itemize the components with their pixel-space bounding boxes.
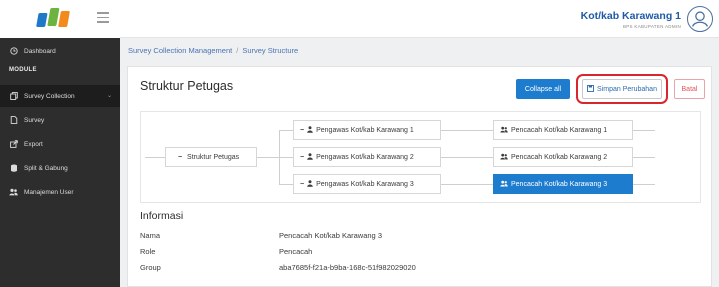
sidebar-item-label: Split & Gabung [24,164,68,172]
tree-node-label: Pencacah Kot/kab Karawang 3 [511,180,608,188]
collapse-all-button[interactable]: Collapse all [516,79,570,99]
tree-node-pencacah-2[interactable]: Pencacah Kot/kab Karawang 2 [493,147,633,167]
file-icon [9,116,18,125]
info-value-role: Pencacah [279,247,313,256]
collapse-minus-icon[interactable]: − [178,154,182,161]
bps-logo-icon[interactable] [36,5,76,33]
tree-node-root[interactable]: − Struktur Petugas [165,147,257,167]
save-button-label: Simpan Perubahan [597,85,657,93]
info-label-role: Role [140,247,156,256]
tree-connector [633,184,655,185]
tree-node-label: Struktur Petugas [187,153,240,161]
structure-card: Struktur Petugas Collapse all Simpan Per… [127,66,712,287]
tree-connector [145,157,165,158]
sidebar-item-split-gabung[interactable]: Split & Gabung [0,157,120,179]
main-content: Survey Collection Management / Survey Stru… [120,38,719,287]
tree-connector [257,157,279,158]
tree-node-pengawas-1[interactable]: − Pengawas Kot/kab Karawang 1 [293,120,441,140]
user-name[interactable]: Kot/kab Karawang 1 [581,10,681,22]
tree-node-label: Pengawas Kot/kab Karawang 1 [316,126,414,134]
avatar-icon[interactable] [687,6,713,32]
sidebar-item-survey-collection[interactable]: Survey Collection ⌄ [0,85,120,107]
top-header: Kot/kab Karawang 1 BPS KABUPATEN ADMIN [0,0,719,38]
tree-connector [633,130,655,131]
tree-node-label: Pengawas Kot/kab Karawang 2 [316,153,414,161]
tree-node-pengawas-3[interactable]: − Pengawas Kot/kab Karawang 3 [293,174,441,194]
users-icon [9,188,18,197]
user-subtitle: BPS KABUPATEN ADMIN [622,24,681,29]
users-icon [500,126,508,135]
user-icon [307,152,313,162]
tree-node-pencacah-3-selected[interactable]: Pencacah Kot/kab Karawang 3 [493,174,633,194]
save-icon [587,84,594,94]
collapse-minus-icon[interactable]: − [300,181,304,188]
structure-tree: − Struktur Petugas − Pengawas Kot/kab Ka… [140,111,701,203]
sidebar-item-survey[interactable]: Survey [0,109,120,131]
breadcrumb-current[interactable]: Survey Structure [242,46,298,55]
users-icon [500,180,508,189]
logo-area [0,0,120,38]
page-title: Struktur Petugas [140,79,234,93]
info-label-group: Group [140,263,161,272]
save-changes-button[interactable]: Simpan Perubahan [582,79,662,99]
cancel-button[interactable]: Batal [674,79,705,99]
sidebar-item-dashboard[interactable]: Dashboard [0,40,120,62]
clock-icon [9,47,18,56]
tree-node-label: Pengawas Kot/kab Karawang 3 [316,180,414,188]
sidebar: Dashboard MODULE Survey Collection ⌄ Sur… [0,38,120,287]
chevron-down-icon: ⌄ [106,93,112,99]
sidebar-item-manajemen-user[interactable]: Manajemen User [0,181,120,203]
user-icon [307,125,313,135]
collapse-minus-icon[interactable]: − [300,154,304,161]
breadcrumb-root[interactable]: Survey Collection Management [128,46,232,55]
sidebar-item-label: Manajemen User [24,188,74,196]
tree-node-label: Pencacah Kot/kab Karawang 1 [511,126,608,134]
tree-connector [279,157,293,158]
tree-connector [279,130,293,131]
tree-node-pencacah-1[interactable]: Pencacah Kot/kab Karawang 1 [493,120,633,140]
breadcrumb-separator: / [236,46,239,55]
module-heading: MODULE [9,67,37,73]
sidebar-item-label: Export [24,140,43,148]
copy-icon [9,92,18,101]
tree-node-pengawas-2[interactable]: − Pengawas Kot/kab Karawang 2 [293,147,441,167]
info-value-group: aba7685f-f21a-b9ba-168c-51f982029020 [279,263,416,272]
tree-connector [633,157,655,158]
tree-connector [441,157,493,158]
sidebar-item-label: Dashboard [24,47,56,55]
hamburger-menu-icon[interactable] [97,12,109,23]
info-label-nama: Nama [140,231,161,240]
sidebar-item-label: Survey Collection [24,92,75,100]
info-section-title: Informasi [140,210,184,222]
database-icon [9,164,18,173]
info-value-nama: Pencacah Kot/kab Karawang 3 [279,231,382,240]
tree-connector [441,130,493,131]
sidebar-item-label: Survey [24,116,45,124]
sidebar-item-export[interactable]: Export [0,133,120,155]
tree-connector [441,184,493,185]
collapse-minus-icon[interactable]: − [300,127,304,134]
breadcrumb: Survey Collection Management / Survey Stru… [128,46,298,55]
tree-connector [279,184,293,185]
user-icon [307,179,313,189]
users-icon [500,153,508,162]
export-icon [9,140,18,149]
tree-node-label: Pencacah Kot/kab Karawang 2 [511,153,608,161]
